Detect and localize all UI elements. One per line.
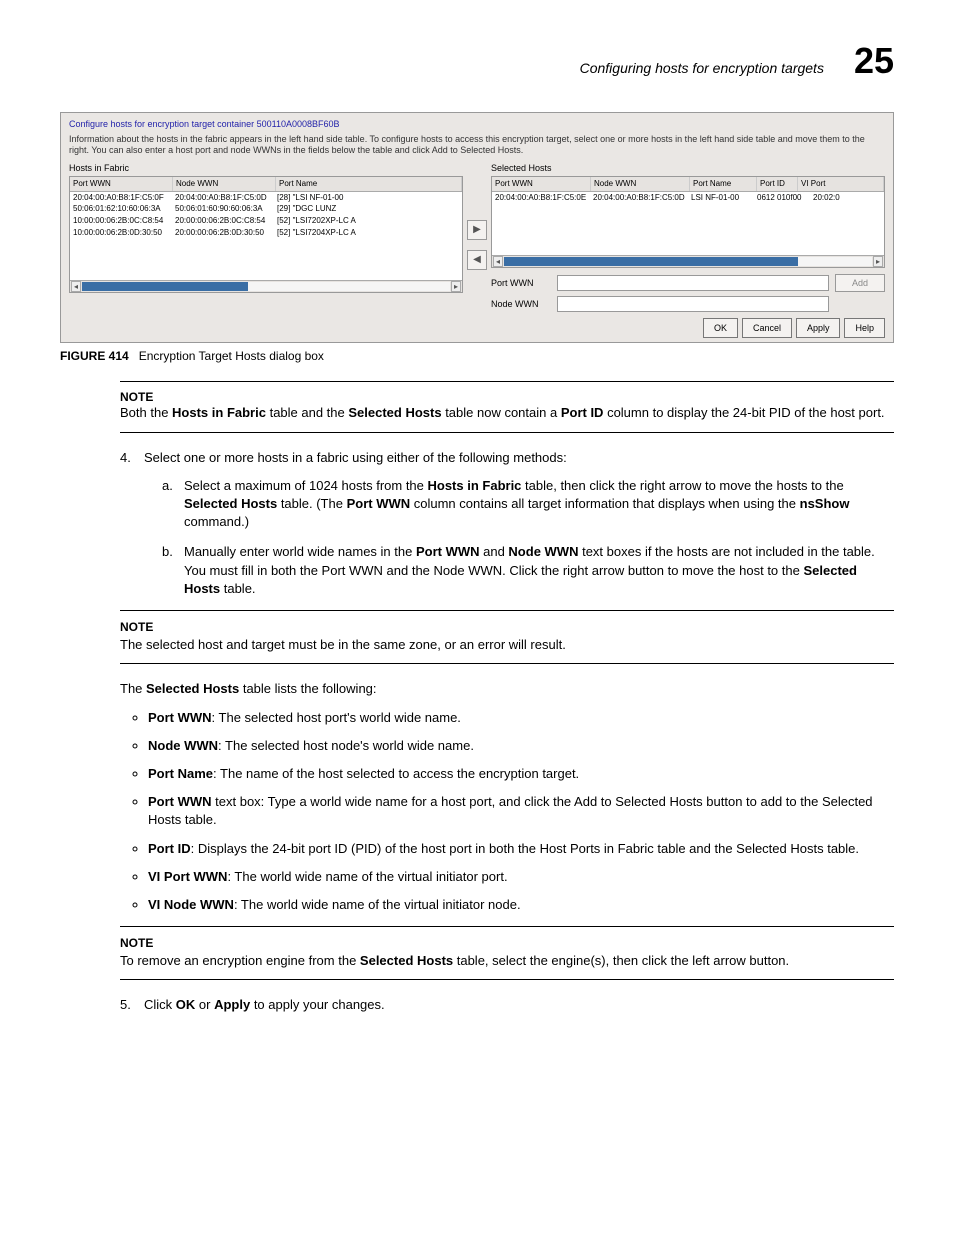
header-title: Configuring hosts for encryption targets [580,60,824,76]
steps-list: Select one or more hosts in a fabric usi… [120,449,894,1015]
chapter-number: 25 [854,40,894,82]
figure-text: Encryption Target Hosts dialog box [139,349,324,363]
help-button[interactable]: Help [844,318,885,338]
list-item: Port Name: The name of the host selected… [148,765,894,783]
table-row[interactable]: 20:04:00:A0:B8:1F:C5:0F20:04:00:A0:B8:1F… [70,192,462,204]
cancel-button[interactable]: Cancel [742,318,792,338]
scroll-right-icon[interactable]: ▸ [451,281,461,293]
hosts-in-fabric-panel: Hosts in Fabric Port WWN Node WWN Port N… [69,163,463,312]
selected-scrollbar[interactable]: ◂ ▸ [492,255,884,267]
add-button[interactable]: Add [835,274,885,292]
scroll-right-icon[interactable]: ▸ [873,256,883,268]
col-port-wwn[interactable]: Port WWN [70,177,173,191]
col-node-wwn[interactable]: Node WWN [173,177,276,191]
note-body: The selected host and target must be in … [120,636,894,654]
list-item: Port ID: Displays the 24-bit port ID (PI… [148,840,894,858]
hosts-scrollbar[interactable]: ◂ ▸ [70,280,462,292]
apply-button[interactable]: Apply [796,318,841,338]
col-port-name[interactable]: Port Name [690,177,757,191]
list-item: VI Node WWN: The world wide name of the … [148,896,894,914]
step-4b: Manually enter world wide names in the P… [162,543,894,598]
col-port-id[interactable]: Port ID [757,177,798,191]
list-item: Port WWN: The selected host port's world… [148,709,894,727]
encryption-target-hosts-dialog: Configure hosts for encryption target co… [60,112,894,343]
hosts-in-fabric-table[interactable]: Port WWN Node WWN Port Name 20:04:00:A0:… [69,176,463,293]
list-item: VI Port WWN: The world wide name of the … [148,868,894,886]
sub-steps: Select a maximum of 1024 hosts from the … [162,477,894,598]
col-node-wwn[interactable]: Node WWN [591,177,690,191]
scroll-left-icon[interactable]: ◂ [493,256,503,268]
hosts-in-fabric-label: Hosts in Fabric [69,163,463,174]
move-right-button[interactable]: ▶ [467,220,487,240]
note-label: NOTE [120,619,894,636]
table-row[interactable]: 10:00:00:06:2B:0D:30:5020:00:00:06:2B:0D… [70,227,462,239]
intro-line: The Selected Hosts table lists the follo… [120,680,894,698]
port-wwn-input[interactable] [557,275,829,291]
node-wwn-input[interactable] [557,296,829,312]
list-item: Port WWN text box: Type a world wide nam… [148,793,894,829]
bullet-list: Port WWN: The selected host port's world… [148,709,894,915]
transfer-buttons: ▶ ◀ [467,163,487,312]
note-label: NOTE [120,390,894,404]
selected-hosts-label: Selected Hosts [491,163,885,174]
note-block-1: NOTE Both the Hosts in Fabric table and … [120,381,894,433]
node-wwn-field-label: Node WWN [491,299,551,310]
figure-caption: FIGURE 414 Encryption Target Hosts dialo… [60,349,894,363]
note-body: To remove an encryption engine from the … [120,952,894,970]
note-block-3: NOTE To remove an encryption engine from… [120,926,894,980]
step-4: Select one or more hosts in a fabric usi… [120,449,894,981]
step-5: Click OK or Apply to apply your changes. [120,996,894,1014]
table-row[interactable]: 50:06:01:62:10:60:06:3A50:06:01:60:90:60… [70,203,462,215]
move-left-button[interactable]: ◀ [467,250,487,270]
table-row[interactable]: 20:04:00:A0:B8:1F:C5:0E20:04:00:A0:B8:1F… [492,192,884,204]
col-port-name[interactable]: Port Name [276,177,462,191]
col-vi-port[interactable]: VI Port [798,177,884,191]
note-label: NOTE [120,935,894,952]
selected-hosts-panel: Selected Hosts Port WWN Node WWN Port Na… [491,163,885,312]
selected-hosts-table[interactable]: Port WWN Node WWN Port Name Port ID VI P… [491,176,885,268]
dialog-button-row: OK Cancel Apply Help [69,318,885,338]
note-block-2: NOTE The selected host and target must b… [120,610,894,664]
note-body: Both the Hosts in Fabric table and the S… [120,404,894,422]
body-content: NOTE Both the Hosts in Fabric table and … [120,381,894,1014]
step-4a: Select a maximum of 1024 hosts from the … [162,477,894,532]
page-header: Configuring hosts for encryption targets… [60,40,894,82]
dialog-info-text: Information about the hosts in the fabri… [69,134,885,156]
list-item: Node WWN: The selected host node's world… [148,737,894,755]
table-row[interactable]: 10:00:00:06:2B:0C:C8:5420:00:00:06:2B:0C… [70,215,462,227]
scroll-left-icon[interactable]: ◂ [71,281,81,293]
dialog-container-line: Configure hosts for encryption target co… [69,119,885,130]
port-wwn-field-label: Port WWN [491,278,551,289]
ok-button[interactable]: OK [703,318,738,338]
col-port-wwn[interactable]: Port WWN [492,177,591,191]
figure-label: FIGURE 414 [60,349,129,363]
